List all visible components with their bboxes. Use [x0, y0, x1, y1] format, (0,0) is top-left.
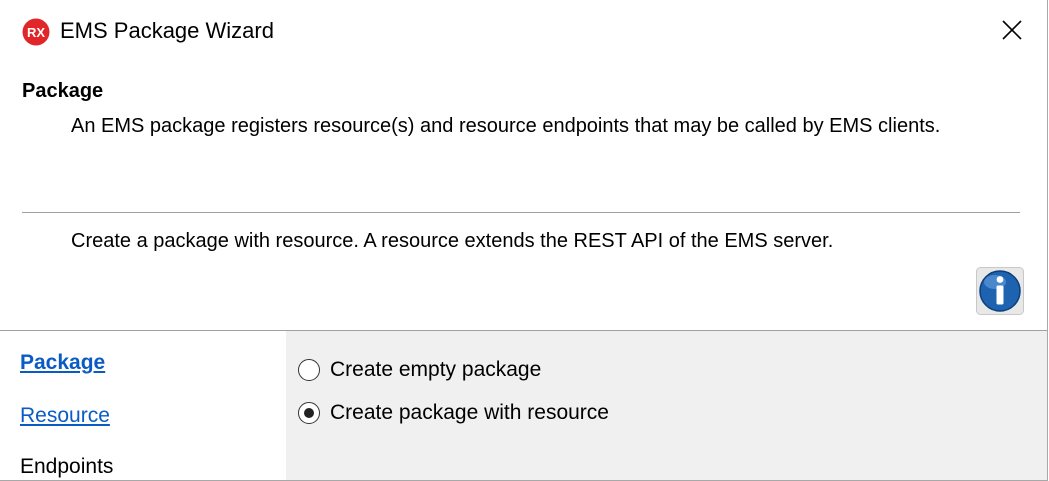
- wizard-options-panel: Create empty package Create package with…: [286, 331, 1047, 480]
- nav-step-endpoints: Endpoints: [20, 455, 114, 478]
- page-title: Package: [22, 80, 104, 102]
- option-label: Create package with resource: [330, 401, 609, 424]
- option-label: Create empty package: [330, 358, 542, 381]
- header-divider: [22, 212, 1020, 214]
- option-create-package-with-resource[interactable]: Create package with resource: [298, 398, 609, 428]
- page-header: Package An EMS package registers resourc…: [0, 62, 1047, 330]
- option-create-empty-package[interactable]: Create empty package: [298, 355, 541, 385]
- page-info-text: Create a package with resource. A resour…: [71, 230, 834, 252]
- radio-package-with-resource[interactable]: [298, 402, 320, 424]
- info-icon: [976, 267, 1024, 315]
- window-title: EMS Package Wizard: [60, 18, 274, 43]
- wizard-window: RX EMS Package Wizard Package An EMS pac…: [0, 0, 1048, 481]
- wizard-steps-nav: Package Resource Endpoints: [0, 331, 286, 480]
- rx-app-icon: RX: [22, 18, 50, 46]
- nav-step-resource[interactable]: Resource: [20, 402, 110, 430]
- page-description: An EMS package registers resource(s) and…: [71, 115, 941, 137]
- radio-empty-package[interactable]: [298, 359, 320, 381]
- title-bar: RX EMS Package Wizard: [0, 0, 1047, 62]
- close-button[interactable]: [990, 10, 1034, 50]
- nav-step-package[interactable]: Package: [20, 349, 105, 377]
- app-icon-text: RX: [27, 25, 45, 40]
- close-icon: [1002, 20, 1022, 40]
